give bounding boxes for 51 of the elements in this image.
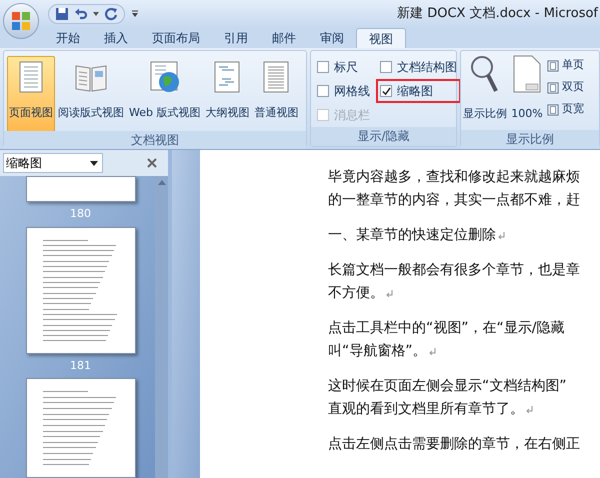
checkbox-option[interactable]: 文档结构图 [378,57,459,77]
document-text: 一、某章节的快速定位删除 [328,224,600,247]
page-icon [547,60,559,72]
save-icon[interactable] [55,7,69,21]
ribbon-tab[interactable]: 邮件 [260,28,308,48]
close-icon[interactable] [147,158,157,168]
document-text: 点击工具栏中的“视图”，在“显示/隐藏 [328,319,566,338]
zoom-button[interactable]: 显示比例 [463,54,507,130]
checkbox-option[interactable]: 网格线 [315,81,372,101]
caret-icon[interactable] [93,11,99,17]
customize-toolbar-icon[interactable] [131,10,139,18]
view-button[interactable]: 阅读版式视图 [56,56,126,132]
page-layout-button[interactable]: 双页 [547,78,584,97]
page-number: 180 [70,206,91,222]
document-text: 叫“导航窗格”。 [328,340,600,363]
window-title: 新建 DOCX 文档.docx - Microsof [397,5,600,24]
document-text: 这时候在页面左侧会显示“文档结构图” [328,377,568,396]
document-text: 的一整章节的内容，其实一点都不难，赶 [328,191,581,210]
view-button[interactable]: 普通视图 [252,56,300,132]
document-text: 长篇文档一般都会有很多个章节，也是章 [328,261,581,280]
caret-icon [89,158,99,168]
pane-dropdown[interactable]: 缩略图 [3,153,103,173]
checkbox-option[interactable]: 标尺 [315,57,372,77]
document-text: 直观的看到文档里所有章节了。 [328,398,600,421]
page-layout-button[interactable]: 单页 [547,56,584,75]
page-icon [547,82,559,94]
ribbon-tab[interactable]: 开始 [44,28,92,48]
check-icon [382,86,390,96]
ribbon-tab[interactable]: 视图 [356,28,406,48]
page-number: 181 [70,358,91,374]
page-layout-button[interactable]: 页宽 [547,100,584,119]
group-label: 显示/隐藏 [311,127,456,146]
page-with-globe-icon [148,60,182,94]
view-button[interactable]: 页面视图 [7,56,55,132]
redo-icon[interactable] [104,7,118,21]
zoom-button[interactable]: 100% [510,54,544,130]
logo-icon [11,11,31,31]
ribbon-tab[interactable]: 审阅 [308,28,356,48]
document-text: 不方便。 [328,282,600,305]
group-label: 文档视图 [4,131,306,149]
page-icon [547,104,559,116]
view-button[interactable]: 大纲视图 [203,56,252,132]
group-label: 显示比例 [461,130,599,149]
document-text: 点击左侧点击需要删除的章节，在右侧正 [328,435,581,454]
undo-icon[interactable] [74,7,88,21]
ribbon-tab[interactable]: 页面布局 [140,28,212,48]
ribbon-tab[interactable]: 引用 [212,28,260,48]
ribbon-tab[interactable]: 插入 [92,28,140,48]
document-text: 毕竟内容越多，查找和修改起来就越麻烦 [328,168,581,187]
view-button[interactable]: Web 版式视图 [127,56,202,132]
checkbox-option[interactable]: 缩略图 [378,81,459,101]
